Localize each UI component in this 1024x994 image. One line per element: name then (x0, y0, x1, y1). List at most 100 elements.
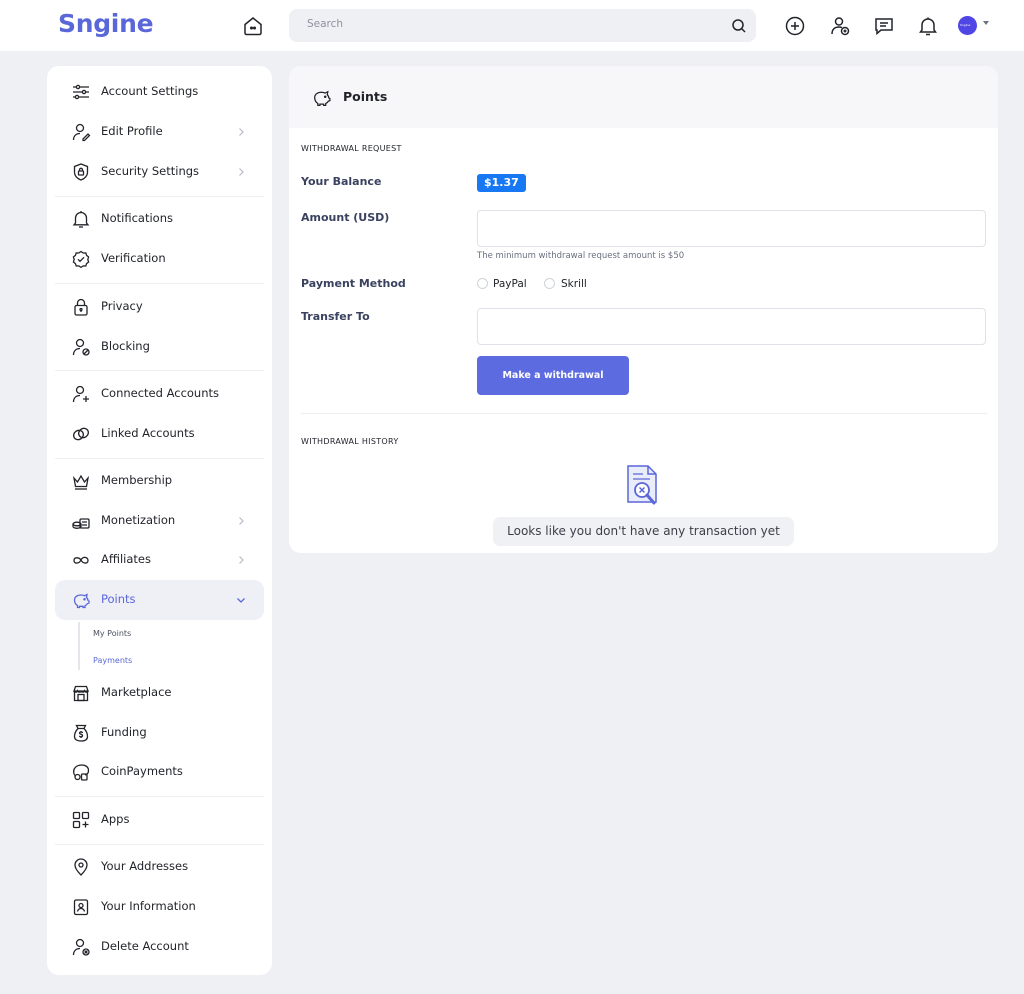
paypal-label[interactable]: PayPal (493, 278, 527, 290)
transfer-to-input[interactable] (477, 308, 986, 345)
sidebar-item-monetization[interactable]: Monetization (55, 501, 264, 541)
sidebar-item-notifications[interactable]: Notifications (55, 199, 264, 239)
add-user-icon[interactable] (828, 14, 852, 38)
remove-user-icon (72, 938, 90, 956)
block-user-icon (72, 338, 90, 356)
divider (55, 458, 264, 459)
sidebar-item-affiliates[interactable]: Affiliates (55, 540, 264, 580)
sidebar-item-security-settings[interactable]: Security Settings (55, 152, 264, 192)
sidebar-item-verification[interactable]: Verification (55, 239, 264, 279)
chevron-down-icon[interactable] (983, 21, 989, 25)
search-input[interactable]: Search (307, 18, 343, 30)
coin-payments-icon (73, 764, 90, 781)
make-withdrawal-button[interactable]: Make a withdrawal (477, 356, 629, 395)
connected-user-icon (72, 385, 89, 403)
points-payments-card: Points WITHDRAWAL REQUEST Your Balance $… (289, 66, 998, 553)
chevron-right-icon (239, 168, 244, 176)
sidebar-item-apps[interactable]: Apps (55, 800, 264, 840)
sidebar-item-label: Affiliates (101, 552, 151, 566)
sidebar-item-label: Privacy (101, 299, 143, 313)
sidebar-item-label: Points (101, 592, 136, 606)
sidebar-item-label: Monetization (101, 513, 176, 527)
piggy-bank-icon (314, 90, 331, 107)
sidebar-item-delete-account[interactable]: Delete Account (55, 927, 264, 967)
payment-method-label: Payment Method (301, 277, 406, 290)
sidebar-item-edit-profile[interactable]: Edit Profile (55, 112, 264, 152)
sidebar-item-coinpayments[interactable]: CoinPayments (55, 752, 264, 792)
chevron-right-icon (239, 556, 244, 564)
empty-document-search-icon (627, 465, 657, 505)
chevron-down-icon (237, 598, 245, 603)
avatar[interactable]: Sngine (958, 16, 977, 35)
coins-icon (72, 518, 90, 529)
submenu-guide-line (78, 622, 80, 670)
search-bar[interactable]: Search (289, 9, 756, 42)
amount-label: Amount (USD) (301, 211, 390, 224)
sidebar-item-linked-accounts[interactable]: Linked Accounts (55, 414, 264, 454)
piggy-bank-icon (73, 593, 90, 609)
sidebar-item-label: Marketplace (101, 685, 172, 699)
divider (55, 283, 264, 284)
divider (55, 796, 264, 797)
balance-badge: $1.37 (477, 174, 526, 192)
notifications-icon[interactable] (916, 14, 940, 38)
lock-icon (74, 298, 88, 316)
transfer-to-label: Transfer To (301, 310, 370, 323)
card-header: Points (289, 66, 998, 128)
submenu-item-payments[interactable]: Payments (93, 656, 132, 665)
sidebar-item-label: CoinPayments (101, 764, 183, 778)
infinity-icon (73, 556, 89, 564)
sidebar-item-funding[interactable]: Funding (55, 713, 264, 753)
sidebar-item-label: Your Information (101, 899, 196, 913)
sidebar-item-label: Edit Profile (101, 124, 163, 138)
balance-label: Your Balance (301, 175, 382, 188)
sidebar-item-label: Your Addresses (101, 859, 189, 873)
section-title-withdrawal-history: WITHDRAWAL HISTORY (301, 437, 399, 446)
section-title-withdrawal-request: WITHDRAWAL REQUEST (301, 144, 402, 153)
sidebar-item-account-settings[interactable]: Account Settings (55, 72, 264, 112)
id-card-icon (73, 899, 89, 916)
chevron-right-icon (239, 517, 244, 525)
money-bag-icon (73, 724, 89, 742)
sidebar-item-points[interactable]: Points (55, 580, 264, 620)
paypal-radio[interactable] (477, 278, 488, 289)
settings-sidebar: Account Settings Edit Profile Security S… (47, 66, 272, 975)
amount-hint: The minimum withdrawal request amount is… (477, 251, 685, 261)
sidebar-item-label: Funding (101, 725, 147, 739)
amount-input[interactable] (477, 210, 986, 247)
sidebar-item-your-addresses[interactable]: Your Addresses (55, 847, 264, 887)
verified-icon (72, 250, 90, 269)
add-circle-icon[interactable] (783, 14, 807, 38)
sidebar-item-label: Security Settings (101, 164, 200, 178)
messages-icon[interactable] (872, 14, 896, 38)
link-icon (73, 427, 89, 441)
search-icon[interactable] (730, 17, 748, 35)
skrill-label[interactable]: Skrill (561, 278, 587, 290)
sidebar-item-membership[interactable]: Membership (55, 461, 264, 501)
divider (301, 413, 987, 414)
apps-icon (72, 811, 90, 829)
shield-lock-icon (73, 163, 89, 181)
divider (55, 370, 264, 371)
page-title: Points (343, 89, 388, 104)
sliders-icon (73, 84, 89, 100)
sidebar-item-label: Blocking (101, 339, 150, 353)
sidebar-item-label: Verification (101, 251, 166, 265)
sidebar-item-privacy[interactable]: Privacy (55, 287, 264, 327)
sidebar-item-label: Account Settings (101, 84, 199, 98)
submenu-item-my-points[interactable]: My Points (93, 629, 131, 638)
skrill-radio[interactable] (544, 278, 555, 289)
sidebar-item-blocking[interactable]: Blocking (55, 327, 264, 367)
divider (55, 844, 264, 845)
home-icon[interactable] (241, 14, 265, 38)
sidebar-item-label: Apps (101, 812, 130, 826)
logo[interactable]: Sngine (58, 9, 154, 38)
store-icon (73, 685, 89, 702)
location-pin-icon (74, 858, 88, 876)
crown-icon (72, 474, 90, 490)
sidebar-item-marketplace[interactable]: Marketplace (55, 673, 264, 713)
sidebar-item-your-information[interactable]: Your Information (55, 887, 264, 927)
sidebar-item-connected-accounts[interactable]: Connected Accounts (55, 374, 264, 414)
empty-state-message: Looks like you don't have any transactio… (493, 517, 794, 546)
bell-icon (72, 211, 90, 228)
